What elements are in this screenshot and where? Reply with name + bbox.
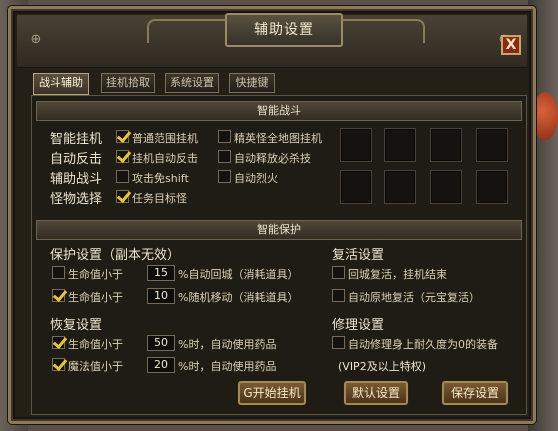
option-auto-ultimate: 自动释放必杀技 — [234, 152, 311, 165]
checkbox-normal-range-hook[interactable] — [116, 130, 129, 143]
skill-slot[interactable] — [340, 170, 372, 204]
title-ornament-left — [147, 19, 229, 43]
tab-system-settings[interactable]: 系统设置 — [165, 73, 219, 93]
checkbox-elite-fullmap-hook[interactable] — [218, 130, 231, 143]
skill-slot[interactable] — [430, 128, 462, 162]
checkbox-revive-in-place[interactable] — [332, 289, 345, 302]
checkbox-hp-potion[interactable] — [52, 336, 65, 349]
checkbox-auto-counter[interactable] — [116, 150, 129, 163]
vip-note: (VIP2及以上特权) — [338, 360, 426, 373]
input-hp-random-move[interactable]: 10 — [147, 288, 175, 304]
text-hp-potion: %时，自动使用药品 — [178, 338, 277, 351]
settings-panel: 智能战斗 智能挂机 自动反击 辅助战斗 怪物选择 普通范围挂机 精英怪全地图挂机… — [31, 95, 527, 415]
option-revive-in-place: 自动原地复活（元宝复活） — [348, 291, 480, 304]
option-auto-blaze: 自动烈火 — [234, 172, 278, 185]
checkbox-attack-no-shift[interactable] — [116, 170, 129, 183]
label-assist-combat: 辅助战斗 — [50, 172, 103, 187]
option-quest-target: 任务目标怪 — [132, 192, 187, 205]
checkbox-auto-blaze[interactable] — [218, 170, 231, 183]
tab-hotkeys[interactable]: 快捷键 — [229, 73, 275, 93]
option-normal-range-hook: 普通范围挂机 — [132, 132, 198, 145]
skill-slot[interactable] — [476, 170, 508, 204]
skill-slot[interactable] — [384, 128, 416, 162]
input-hp-potion[interactable]: 50 — [147, 335, 175, 351]
checkbox-quest-target[interactable] — [116, 190, 129, 203]
label-hp-below: 生命值小于 — [68, 338, 123, 351]
window-title: 辅助设置 — [225, 13, 343, 47]
label-hp-below: 生命值小于 — [68, 268, 123, 281]
label-hp-below: 生命值小于 — [68, 291, 123, 304]
checkbox-revive-town[interactable] — [332, 266, 345, 279]
label-monster-select: 怪物选择 — [50, 192, 103, 207]
skill-slot[interactable] — [384, 170, 416, 204]
label-mp-below: 魔法值小于 — [68, 360, 123, 373]
option-auto-repair: 自动修理身上耐久度为0的装备 — [348, 338, 498, 351]
tab-auto-pickup[interactable]: 挂机拾取 — [101, 73, 155, 93]
revive-settings-title: 复活设置 — [332, 248, 385, 263]
checkbox-hp-random-move[interactable] — [52, 289, 65, 302]
input-hp-return-town[interactable]: 15 — [147, 265, 175, 281]
recover-settings-title: 恢复设置 — [50, 318, 103, 333]
repair-settings-title: 修理设置 — [332, 318, 385, 333]
default-settings-button[interactable]: 默认设置 — [344, 381, 408, 405]
input-mp-potion[interactable]: 20 — [147, 357, 175, 373]
checkbox-hp-return-town[interactable] — [52, 266, 65, 279]
tab-combat-assist[interactable]: 战斗辅助 — [33, 73, 89, 95]
option-attack-no-shift: 攻击免shift — [132, 172, 189, 185]
checkbox-auto-repair[interactable] — [332, 336, 345, 349]
checkbox-auto-ultimate[interactable] — [218, 150, 231, 163]
text-return-town: %自动回城（消耗道具） — [178, 268, 299, 281]
option-revive-town: 回城复活，挂机结束 — [348, 268, 447, 281]
save-settings-button[interactable]: 保存设置 — [442, 381, 508, 405]
title-bar[interactable]: 辅助设置 ⊕ ⊕ X — [17, 13, 527, 68]
option-elite-fullmap-hook: 精英怪全地图挂机 — [234, 132, 322, 145]
label-smart-hook: 智能挂机 — [50, 132, 103, 147]
title-ornament-right — [343, 19, 425, 43]
text-mp-potion: %时，自动使用药品 — [178, 360, 277, 373]
checkbox-mp-potion[interactable] — [52, 358, 65, 371]
skill-slot[interactable] — [340, 128, 372, 162]
option-auto-counter: 挂机自动反击 — [132, 152, 198, 165]
rivet-icon: ⊕ — [30, 32, 42, 47]
skill-slot[interactable] — [430, 170, 462, 204]
close-button[interactable]: X — [501, 35, 521, 55]
protect-settings-title: 保护设置（副本无效） — [50, 248, 181, 263]
label-counter-attack: 自动反击 — [50, 152, 103, 167]
text-random-move: %随机移动（消耗道具） — [178, 291, 299, 304]
section-header-protect: 智能保护 — [36, 220, 522, 240]
skill-slot[interactable] — [476, 128, 508, 162]
assist-settings-window: 辅助设置 ⊕ ⊕ X 战斗辅助 挂机拾取 系统设置 快捷键 智能战斗 智能挂机 … — [8, 6, 536, 424]
section-header-combat: 智能战斗 — [36, 101, 522, 121]
start-hook-button[interactable]: G开始挂机 — [238, 381, 306, 405]
